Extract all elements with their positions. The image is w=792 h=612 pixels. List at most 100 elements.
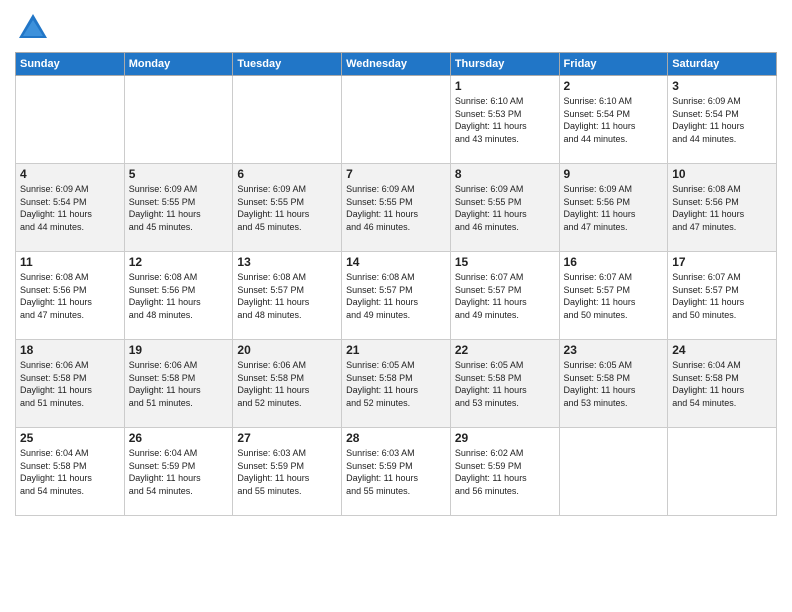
calendar-cell: 9 Sunrise: 6:09 AMSunset: 5:56 PMDaylight…: [559, 164, 668, 252]
day-info: Sunrise: 6:07 AMSunset: 5:57 PMDaylight:…: [672, 271, 772, 321]
day-info: Sunrise: 6:08 AMSunset: 5:56 PMDaylight:…: [672, 183, 772, 233]
day-info: Sunrise: 6:05 AMSunset: 5:58 PMDaylight:…: [455, 359, 555, 409]
day-info: Sunrise: 6:09 AMSunset: 5:55 PMDaylight:…: [346, 183, 446, 233]
day-number: 25: [20, 431, 120, 445]
week-row-5: 25 Sunrise: 6:04 AMSunset: 5:58 PMDayligh…: [16, 428, 777, 516]
day-number: 9: [564, 167, 664, 181]
day-number: 14: [346, 255, 446, 269]
day-info: Sunrise: 6:08 AMSunset: 5:56 PMDaylight:…: [129, 271, 229, 321]
page-container: SundayMondayTuesdayWednesdayThursdayFrid…: [0, 0, 792, 521]
calendar-cell: 22 Sunrise: 6:05 AMSunset: 5:58 PMDayligh…: [450, 340, 559, 428]
day-info: Sunrise: 6:10 AMSunset: 5:53 PMDaylight:…: [455, 95, 555, 145]
header: [15, 10, 777, 46]
day-header-wednesday: Wednesday: [342, 53, 451, 76]
calendar-cell: 12 Sunrise: 6:08 AMSunset: 5:56 PMDayligh…: [124, 252, 233, 340]
day-number: 16: [564, 255, 664, 269]
week-row-4: 18 Sunrise: 6:06 AMSunset: 5:58 PMDayligh…: [16, 340, 777, 428]
day-number: 28: [346, 431, 446, 445]
day-info: Sunrise: 6:07 AMSunset: 5:57 PMDaylight:…: [455, 271, 555, 321]
calendar-cell: 17 Sunrise: 6:07 AMSunset: 5:57 PMDayligh…: [668, 252, 777, 340]
calendar-cell: 11Sunrise: 6:08 AMSunset: 5:56 PMDayligh…: [16, 252, 125, 340]
calendar-table: SundayMondayTuesdayWednesdayThursdayFrid…: [15, 52, 777, 516]
day-info: Sunrise: 6:09 AMSunset: 5:55 PMDaylight:…: [237, 183, 337, 233]
day-number: 7: [346, 167, 446, 181]
day-info: Sunrise: 6:09 AMSunset: 5:56 PMDaylight:…: [564, 183, 664, 233]
day-number: 10: [672, 167, 772, 181]
day-number: 22: [455, 343, 555, 357]
calendar-cell: 18 Sunrise: 6:06 AMSunset: 5:58 PMDayligh…: [16, 340, 125, 428]
calendar-cell: 20 Sunrise: 6:06 AMSunset: 5:58 PMDayligh…: [233, 340, 342, 428]
day-number: 23: [564, 343, 664, 357]
day-number: 17: [672, 255, 772, 269]
calendar-cell: 21 Sunrise: 6:05 AMSunset: 5:58 PMDayligh…: [342, 340, 451, 428]
day-header-friday: Friday: [559, 53, 668, 76]
day-info: Sunrise: 6:05 AMSunset: 5:58 PMDaylight:…: [564, 359, 664, 409]
calendar-cell: 29 Sunrise: 6:02 AMSunset: 5:59 PMDayligh…: [450, 428, 559, 516]
calendar-cell: 19 Sunrise: 6:06 AMSunset: 5:58 PMDayligh…: [124, 340, 233, 428]
day-header-saturday: Saturday: [668, 53, 777, 76]
day-number: 1: [455, 79, 555, 93]
day-info: Sunrise: 6:06 AMSunset: 5:58 PMDaylight:…: [20, 359, 120, 409]
day-info: Sunrise: 6:09 AMSunset: 5:54 PMDaylight:…: [672, 95, 772, 145]
calendar-cell: [124, 76, 233, 164]
calendar-cell: [16, 76, 125, 164]
day-info: Sunrise: 6:08 AMSunset: 5:57 PMDaylight:…: [346, 271, 446, 321]
day-info: Sunrise: 6:09 AMSunset: 5:55 PMDaylight:…: [129, 183, 229, 233]
calendar-body: 1 Sunrise: 6:10 AMSunset: 5:53 PMDaylight…: [16, 76, 777, 516]
day-info: Sunrise: 6:09 AMSunset: 5:54 PMDaylight:…: [20, 183, 120, 233]
day-info: Sunrise: 6:06 AMSunset: 5:58 PMDaylight:…: [237, 359, 337, 409]
day-info: Sunrise: 6:08 AMSunset: 5:57 PMDaylight:…: [237, 271, 337, 321]
logo: [15, 10, 54, 46]
day-info: Sunrise: 6:05 AMSunset: 5:58 PMDaylight:…: [346, 359, 446, 409]
calendar-cell: [668, 428, 777, 516]
calendar-cell: 23 Sunrise: 6:05 AMSunset: 5:58 PMDayligh…: [559, 340, 668, 428]
calendar-cell: 7 Sunrise: 6:09 AMSunset: 5:55 PMDaylight…: [342, 164, 451, 252]
day-number: 19: [129, 343, 229, 357]
calendar-cell: [233, 76, 342, 164]
day-header-monday: Monday: [124, 53, 233, 76]
calendar-cell: 8Sunrise: 6:09 AMSunset: 5:55 PMDaylight…: [450, 164, 559, 252]
day-number: 11: [20, 255, 120, 269]
day-number: 12: [129, 255, 229, 269]
header-row: SundayMondayTuesdayWednesdayThursdayFrid…: [16, 53, 777, 76]
calendar-cell: 24Sunrise: 6:04 AMSunset: 5:58 PMDayligh…: [668, 340, 777, 428]
calendar-cell: 6 Sunrise: 6:09 AMSunset: 5:55 PMDaylight…: [233, 164, 342, 252]
day-info: Sunrise: 6:10 AMSunset: 5:54 PMDaylight:…: [564, 95, 664, 145]
day-number: 13: [237, 255, 337, 269]
day-number: 4: [20, 167, 120, 181]
calendar-cell: 5 Sunrise: 6:09 AMSunset: 5:55 PMDaylight…: [124, 164, 233, 252]
day-number: 3: [672, 79, 772, 93]
day-number: 21: [346, 343, 446, 357]
day-number: 29: [455, 431, 555, 445]
day-info: Sunrise: 6:06 AMSunset: 5:58 PMDaylight:…: [129, 359, 229, 409]
day-info: Sunrise: 6:02 AMSunset: 5:59 PMDaylight:…: [455, 447, 555, 497]
day-number: 6: [237, 167, 337, 181]
day-info: Sunrise: 6:04 AMSunset: 5:58 PMDaylight:…: [20, 447, 120, 497]
calendar-cell: [559, 428, 668, 516]
calendar-cell: 26Sunrise: 6:04 AMSunset: 5:59 PMDayligh…: [124, 428, 233, 516]
day-number: 5: [129, 167, 229, 181]
calendar-cell: 10 Sunrise: 6:08 AMSunset: 5:56 PMDayligh…: [668, 164, 777, 252]
calendar-cell: 4 Sunrise: 6:09 AMSunset: 5:54 PMDaylight…: [16, 164, 125, 252]
day-header-tuesday: Tuesday: [233, 53, 342, 76]
day-number: 20: [237, 343, 337, 357]
week-row-2: 4 Sunrise: 6:09 AMSunset: 5:54 PMDaylight…: [16, 164, 777, 252]
calendar-cell: 2 Sunrise: 6:10 AMSunset: 5:54 PMDaylight…: [559, 76, 668, 164]
calendar-cell: 3 Sunrise: 6:09 AMSunset: 5:54 PMDaylight…: [668, 76, 777, 164]
day-info: Sunrise: 6:03 AMSunset: 5:59 PMDaylight:…: [237, 447, 337, 497]
day-header-sunday: Sunday: [16, 53, 125, 76]
day-number: 15: [455, 255, 555, 269]
day-info: Sunrise: 6:04 AMSunset: 5:58 PMDaylight:…: [672, 359, 772, 409]
calendar-cell: 27 Sunrise: 6:03 AMSunset: 5:59 PMDayligh…: [233, 428, 342, 516]
week-row-3: 11 Sunrise: 6:08 AMSunset: 5:56 PMDayligh…: [16, 252, 777, 340]
calendar-cell: 13 Sunrise: 6:08 AMSunset: 5:57 PMDayligh…: [233, 252, 342, 340]
day-number: 27: [237, 431, 337, 445]
day-number: 8: [455, 167, 555, 181]
day-header-thursday: Thursday: [450, 53, 559, 76]
day-info: Sunrise: 6:03 AMSunset: 5:59 PMDaylight:…: [346, 447, 446, 497]
day-number: 2: [564, 79, 664, 93]
calendar-cell: 25 Sunrise: 6:04 AMSunset: 5:58 PMDayligh…: [16, 428, 125, 516]
day-info: Sunrise: 6:07 AMSunset: 5:57 PMDaylight:…: [564, 271, 664, 321]
calendar-header: SundayMondayTuesdayWednesdayThursdayFrid…: [16, 53, 777, 76]
day-number: 18: [20, 343, 120, 357]
